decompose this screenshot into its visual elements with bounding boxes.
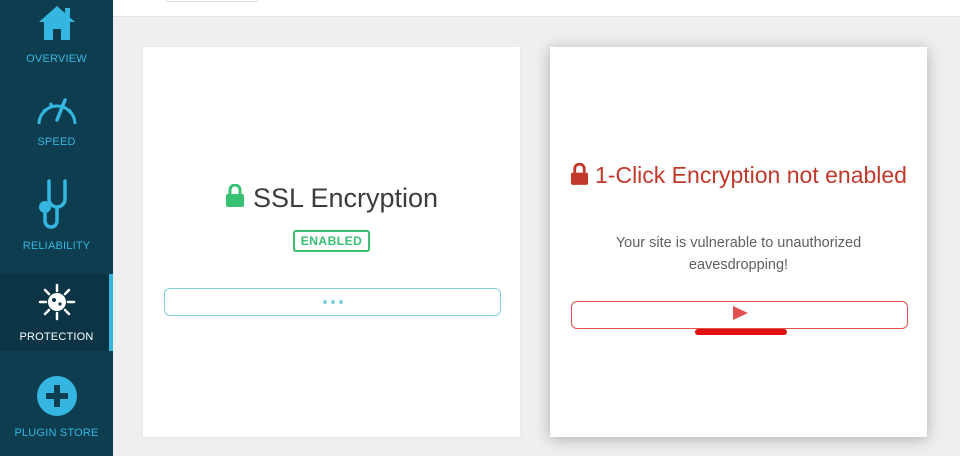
home-icon	[0, 4, 113, 42]
plus-circle-icon	[0, 375, 113, 417]
speedometer-icon	[0, 96, 113, 126]
sidebar-item-label: PLUGIN STORE	[14, 427, 99, 439]
ssl-loading-button[interactable]	[164, 288, 501, 316]
loading-dot	[338, 300, 343, 304]
active-indicator	[109, 274, 113, 351]
sidebar: OVERVIEW SPEED RELIABILITY PROTECTION PL…	[0, 0, 113, 456]
encryption-title-text: 1-Click Encryption not enabled	[595, 162, 907, 188]
top-dropdown[interactable]	[165, 0, 258, 2]
ssl-title: SSL Encryption	[252, 183, 439, 213]
sidebar-item-label: SPEED	[37, 136, 76, 148]
sidebar-item-reliability[interactable]: RELIABILITY	[0, 165, 113, 260]
sidebar-item-label: PROTECTION	[19, 331, 94, 343]
enabled-badge: ENABLED	[293, 230, 370, 252]
sidebar-item-speed[interactable]: SPEED	[0, 80, 113, 160]
highlight-underline	[695, 329, 787, 335]
sidebar-item-overview[interactable]: OVERVIEW	[0, 0, 113, 80]
lock-icon	[225, 183, 245, 214]
virus-icon	[0, 282, 113, 322]
top-bar	[113, 0, 960, 17]
sidebar-item-label: RELIABILITY	[22, 240, 91, 252]
encryption-description: Your site is vulnerable to unauthorized …	[615, 235, 862, 273]
ssl-title-row: SSL Encryption	[143, 183, 520, 214]
loading-dot	[322, 300, 327, 304]
encryption-title: 1-Click Encryption not enabled	[570, 162, 907, 191]
loading-dot	[330, 300, 335, 304]
sidebar-item-plugin-store[interactable]: PLUGIN STORE	[0, 360, 113, 456]
ssl-encryption-card: SSL Encryption ENABLED	[143, 47, 520, 437]
play-icon	[732, 305, 748, 325]
enable-encryption-button[interactable]	[571, 301, 908, 329]
stethoscope-icon	[0, 177, 113, 231]
lock-icon	[570, 162, 589, 191]
sidebar-item-label: OVERVIEW	[26, 53, 87, 65]
sidebar-item-protection[interactable]: PROTECTION	[0, 274, 113, 351]
one-click-encryption-card: 1-Click Encryption not enabled Your site…	[550, 47, 927, 437]
